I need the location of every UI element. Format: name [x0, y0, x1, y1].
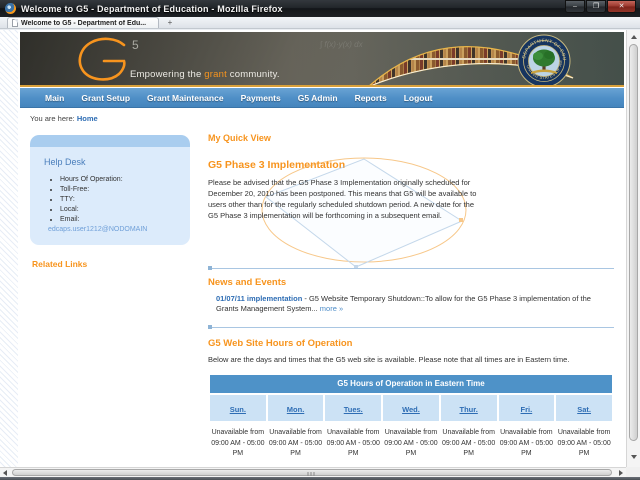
page-content: ∫ f(x)·y(x) dx 5 Empowering the grant co… — [18, 30, 626, 467]
minimize-button[interactable]: – — [565, 0, 585, 13]
section-divider — [208, 268, 614, 269]
page-viewport: ∫ f(x)·y(x) dx 5 Empowering the grant co… — [0, 30, 626, 467]
help-desk-item-email: Email: — [60, 216, 190, 223]
hours-cell: Unavailable from 09:00 AM - 05:00 PM — [383, 423, 439, 465]
help-desk-email-link[interactable]: edcaps.user1212@NODOMAIN — [48, 226, 190, 233]
day-link-tues[interactable]: Tues. — [344, 405, 363, 414]
nav-item-grant-setup[interactable]: Grant Setup — [81, 93, 130, 103]
hours-cell: Unavailable from 09:00 AM - 05:00 PM — [441, 423, 497, 465]
tagline-prefix: Empowering the — [130, 69, 204, 80]
nav-item-reports[interactable]: Reports — [355, 93, 387, 103]
maximize-button[interactable]: ❐ — [586, 0, 606, 13]
sidebar: Help Desk Hours Of Operation: Toll-Free:… — [20, 127, 198, 269]
breadcrumb-prefix: You are here: — [30, 114, 77, 123]
news-item-link[interactable]: 01/07/11 implementation — [216, 294, 302, 303]
news-item: 01/07/11 implementation - G5 Website Tem… — [216, 294, 614, 315]
help-desk-item-tollfree: Toll-Free: — [60, 186, 190, 193]
day-link-sun[interactable]: Sun. — [230, 405, 246, 414]
main-navigation: Main Grant Setup Grant Maintenance Payme… — [20, 88, 624, 108]
tagline-highlight: grant — [204, 69, 227, 80]
main-column: My Quick View G5 Phase 3 Implementation … — [198, 127, 626, 467]
g5-logo-sup: 5 — [132, 38, 139, 52]
breadcrumb-home-link[interactable]: Home — [77, 114, 98, 123]
nav-item-payments[interactable]: Payments — [241, 93, 281, 103]
news-more-link[interactable]: more » — [320, 304, 343, 313]
horizontal-scrollbar[interactable] — [0, 467, 626, 477]
scrollbar-grip-icon — [308, 472, 317, 476]
tagline-suffix: community. — [227, 69, 280, 80]
g5-logo-icon — [72, 36, 134, 84]
help-desk-item-tty: TTY: — [60, 196, 190, 203]
nav-item-g5-admin[interactable]: G5 Admin — [298, 93, 338, 103]
hours-table-day-row: Sun. Mon. Tues. Wed. Thur. Fri. Sat. — [210, 395, 612, 421]
phase3-section: G5 Phase 3 Implementation Please be advi… — [208, 159, 614, 222]
day-link-mon[interactable]: Mon. — [287, 405, 305, 414]
tab-label: Welcome to G5 - Department of Edu... — [21, 20, 146, 27]
nav-item-logout[interactable]: Logout — [404, 93, 433, 103]
department-of-education-seal-icon: DEPARTMENT OF EDUCATION UNITED STATES OF… — [517, 34, 571, 87]
section-divider — [208, 327, 614, 328]
hours-table-data-row: Unavailable from 09:00 AM - 05:00 PM Una… — [210, 423, 612, 465]
quick-view-title: My Quick View — [208, 133, 614, 143]
scroll-up-icon[interactable] — [631, 35, 637, 39]
day-link-wed[interactable]: Wed. — [402, 405, 420, 414]
firefox-window: Welcome to G5 - Department of Education … — [0, 0, 640, 480]
help-desk-box: Help Desk Hours Of Operation: Toll-Free:… — [30, 135, 190, 245]
scroll-down-icon[interactable] — [631, 455, 637, 459]
chalkboard-formula: ∫ f(x)·y(x) dx — [320, 40, 363, 49]
phase3-body: Please be advised that the G5 Phase 3 Im… — [208, 178, 482, 222]
related-links-title: Related Links — [32, 259, 198, 269]
help-desk-item-hours: Hours Of Operation: — [60, 176, 190, 183]
horizontal-scrollbar-thumb[interactable] — [12, 469, 612, 476]
scroll-left-icon[interactable] — [3, 470, 7, 476]
hours-cell: Unavailable from 09:00 AM - 05:00 PM — [325, 423, 381, 465]
hours-intro: Below are the days and times that the G5… — [208, 355, 614, 366]
vertical-scrollbar-thumb[interactable] — [629, 44, 638, 441]
vertical-scrollbar[interactable] — [626, 30, 640, 467]
firefox-icon — [5, 3, 16, 14]
window-title: Welcome to G5 - Department of Education … — [21, 4, 283, 14]
news-title: News and Events — [208, 277, 614, 288]
help-desk-title: Help Desk — [30, 147, 190, 173]
news-section: News and Events 01/07/11 implementation … — [208, 268, 614, 328]
banner-tagline: Empowering the grant community. — [130, 69, 280, 80]
title-bar: Welcome to G5 - Department of Education … — [0, 0, 640, 17]
hours-section: G5 Web Site Hours of Operation Below are… — [208, 338, 614, 468]
help-desk-item-local: Local: — [60, 206, 190, 213]
breadcrumb: You are here: Home — [20, 108, 624, 127]
hours-cell: Unavailable from 09:00 AM - 05:00 PM — [210, 423, 266, 465]
close-button[interactable]: ✕ — [607, 0, 636, 13]
window-controls: – ❐ ✕ — [564, 0, 636, 17]
nav-item-grant-maintenance[interactable]: Grant Maintenance — [147, 93, 224, 103]
help-desk-box-header — [30, 135, 190, 147]
help-desk-list: Hours Of Operation: Toll-Free: TTY: Loca… — [60, 176, 190, 223]
scroll-right-icon[interactable] — [619, 470, 623, 476]
hours-cell: Unavailable from 09:00 AM - 05:00 PM — [556, 423, 612, 465]
hours-title: G5 Web Site Hours of Operation — [208, 338, 614, 349]
day-link-fri[interactable]: Fri. — [521, 405, 533, 414]
g5-banner: ∫ f(x)·y(x) dx 5 Empowering the grant co… — [20, 32, 624, 87]
tab-welcome-g5[interactable]: Welcome to G5 - Department of Edu... — [7, 17, 159, 28]
hours-table-caption: G5 Hours of Operation in Eastern Time — [210, 375, 612, 393]
tab-bar: Welcome to G5 - Department of Edu... + — [0, 17, 640, 29]
nav-item-main[interactable]: Main — [45, 93, 64, 103]
day-link-sat[interactable]: Sat. — [577, 405, 591, 414]
hours-cell: Unavailable from 09:00 AM - 05:00 PM — [268, 423, 324, 465]
new-tab-button[interactable]: + — [162, 19, 178, 28]
page-favicon-icon — [12, 19, 18, 27]
hours-cell: Unavailable from 09:00 AM - 05:00 PM — [499, 423, 555, 465]
scrollbar-corner — [626, 467, 640, 477]
day-link-thur[interactable]: Thur. — [459, 405, 477, 414]
hours-table: G5 Hours of Operation in Eastern Time Su… — [208, 373, 614, 467]
